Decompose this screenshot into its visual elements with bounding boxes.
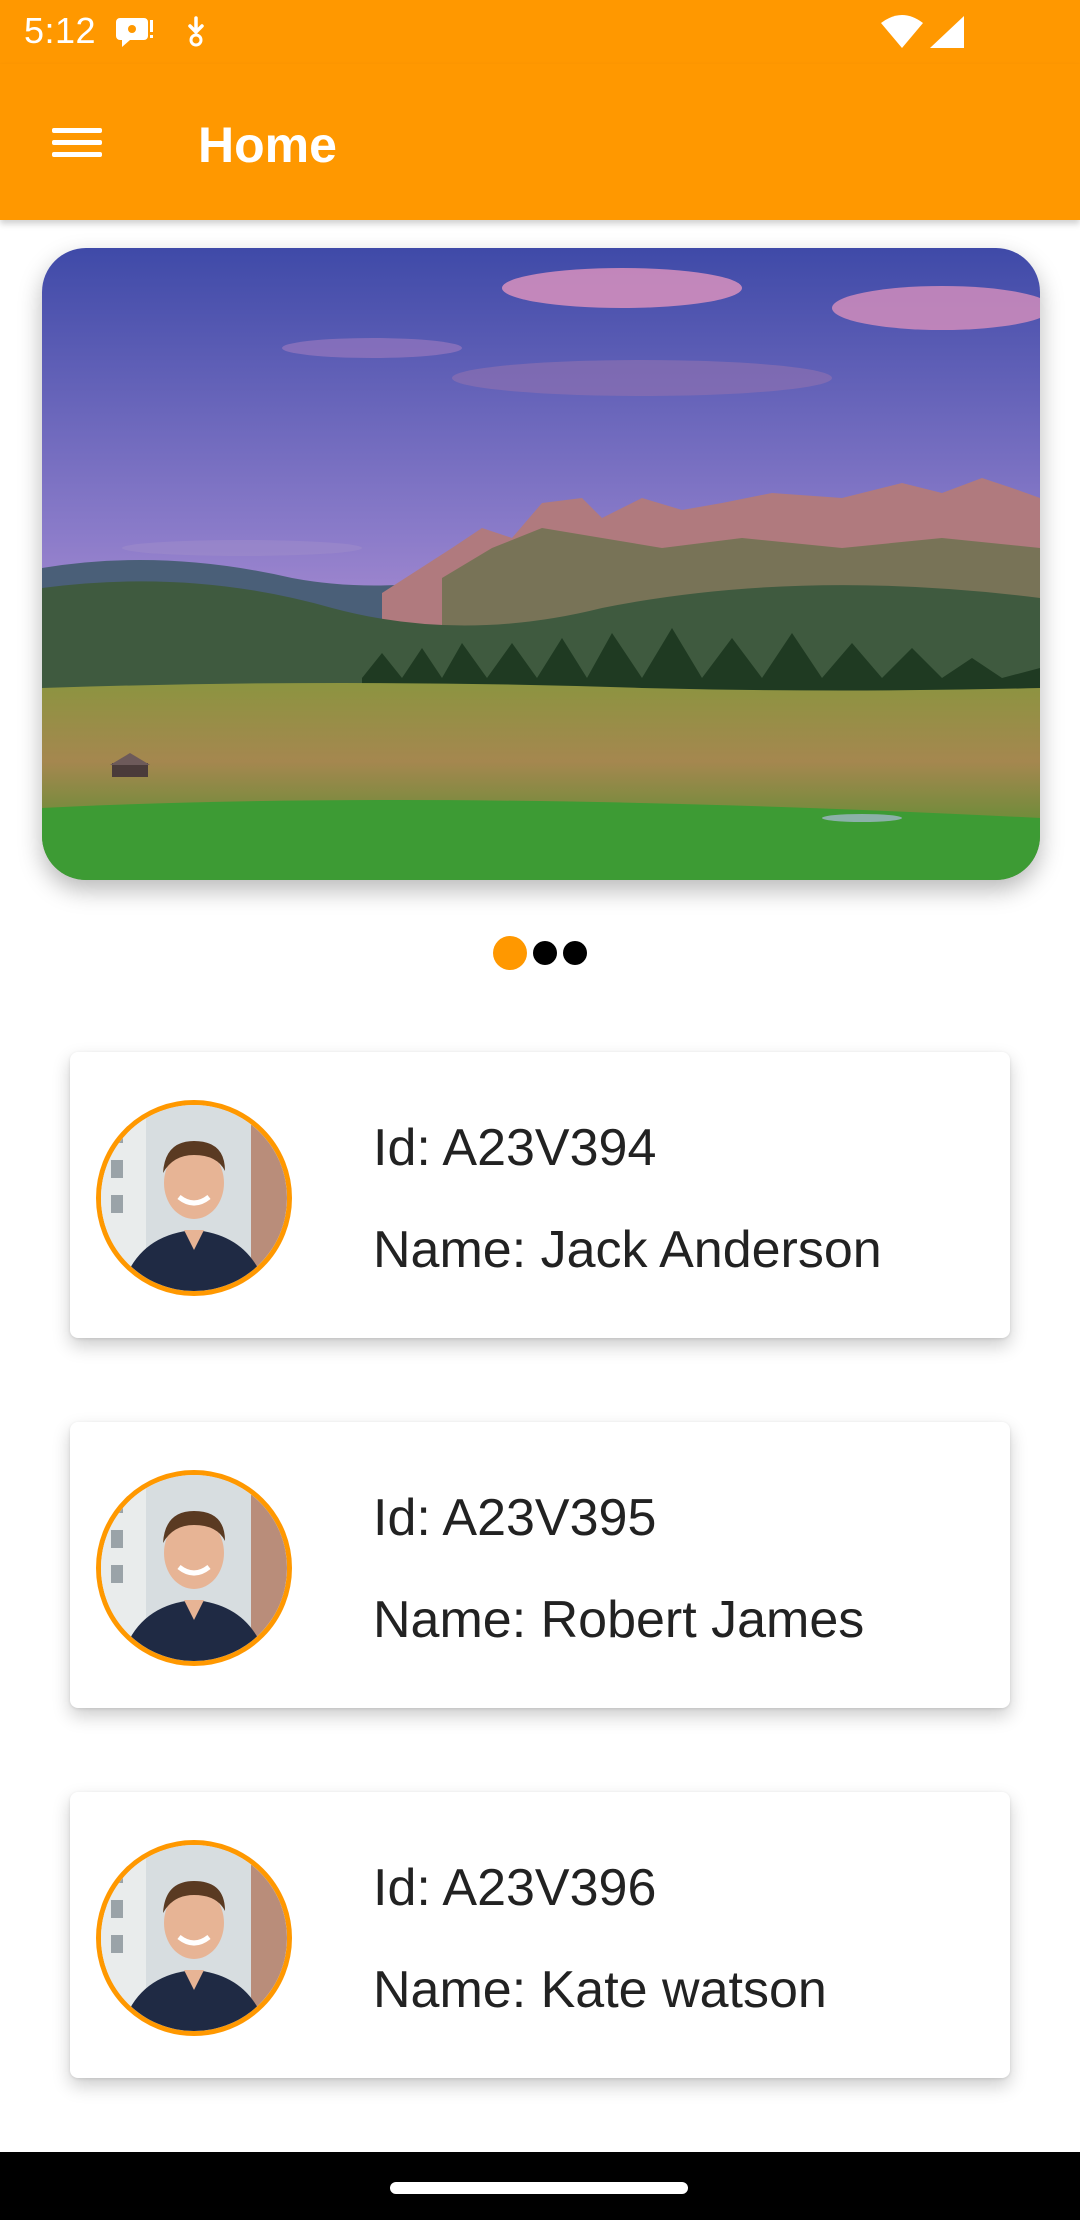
hamburger-menu-icon-line xyxy=(52,152,102,157)
profile-photo xyxy=(101,1105,287,1291)
app-bar: Home xyxy=(0,64,1080,220)
mountain-landscape-photo xyxy=(42,248,1040,880)
image-carousel[interactable] xyxy=(42,248,1040,880)
hamburger-menu-icon-line xyxy=(52,140,102,145)
user-card[interactable]: Id: A23V396 Name: Kate watson xyxy=(70,1792,1010,2078)
user-name: Name: Kate watson xyxy=(373,1961,827,2019)
page-title: Home xyxy=(198,117,337,173)
user-card[interactable]: Id: A23V394 Name: Jack Anderson xyxy=(70,1052,1010,1338)
status-time: 5:12 xyxy=(24,10,97,51)
user-name: Name: Robert James xyxy=(373,1591,865,1649)
menu-button[interactable] xyxy=(30,102,126,182)
carousel-page-indicator xyxy=(0,936,1080,970)
wifi-icon xyxy=(881,15,923,48)
user-name: Name: Jack Anderson xyxy=(373,1221,882,1279)
home-screen: 5:12 Home Id: A23V394 Name: Jack Anderso… xyxy=(0,0,1080,2220)
hamburger-menu-icon xyxy=(52,128,102,133)
user-card[interactable]: Id: A23V395 Name: Robert James xyxy=(70,1422,1010,1708)
page-dot-1-active[interactable] xyxy=(493,936,527,970)
page-dot-3[interactable] xyxy=(563,941,587,965)
profile-photo xyxy=(101,1845,287,2031)
chat-notification-icon xyxy=(116,18,153,47)
download-notification-icon xyxy=(188,16,204,47)
status-bar: 5:12 xyxy=(0,0,1080,64)
cellular-signal-icon xyxy=(930,16,964,48)
avatar xyxy=(96,1100,292,1296)
user-id: Id: A23V395 xyxy=(373,1489,657,1547)
avatar xyxy=(96,1470,292,1666)
home-gesture-handle[interactable] xyxy=(390,2182,688,2194)
profile-photo xyxy=(101,1475,287,1661)
system-navigation-bar xyxy=(0,2152,1080,2220)
user-id: Id: A23V396 xyxy=(373,1859,657,1917)
user-id: Id: A23V394 xyxy=(373,1119,657,1177)
page-dot-2[interactable] xyxy=(533,941,557,965)
avatar xyxy=(96,1840,292,2036)
